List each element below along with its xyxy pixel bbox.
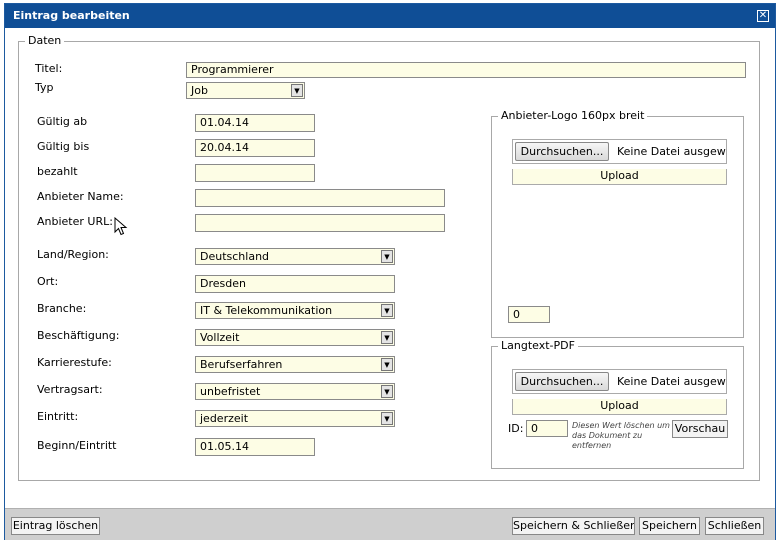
pdf-browse-button[interactable]: Durchsuchen... bbox=[515, 372, 609, 391]
typ-label: Typ bbox=[35, 81, 54, 94]
chevron-down-icon: ▼ bbox=[291, 84, 303, 97]
branche-label: Branche: bbox=[37, 302, 87, 315]
pdf-file-input[interactable]: Durchsuchen... Keine Datei ausgewählt. bbox=[512, 369, 727, 394]
chevron-down-icon: ▼ bbox=[381, 250, 393, 263]
dialog-title: Eintrag bearbeiten bbox=[13, 9, 130, 22]
beschaeftigung-label: Beschäftigung: bbox=[37, 329, 120, 342]
karrierestufe-label: Karrierestufe: bbox=[37, 356, 112, 369]
karrierestufe-select[interactable]: Berufserfahren ▼ bbox=[195, 356, 395, 373]
save-close-button[interactable]: Speichern & Schließen bbox=[512, 517, 635, 535]
mouse-pointer-icon bbox=[114, 217, 128, 236]
dialog-titlebar: Eintrag bearbeiten ✕ bbox=[5, 4, 775, 28]
vertragsart-value: unbefristet bbox=[200, 385, 261, 398]
anbieter-url-label: Anbieter URL: bbox=[37, 215, 113, 228]
eintritt-value: jederzeit bbox=[200, 412, 249, 425]
land-label: Land/Region: bbox=[37, 248, 109, 261]
logo-file-input[interactable]: Durchsuchen... Keine Datei ausgewählt. bbox=[512, 139, 727, 164]
pdf-preview-button[interactable]: Vorschau bbox=[672, 420, 728, 438]
logo-legend: Anbieter-Logo 160px breit bbox=[498, 110, 648, 122]
pdf-upload-button[interactable]: Upload bbox=[512, 399, 727, 415]
anbieter-name-label: Anbieter Name: bbox=[37, 190, 124, 203]
gueltig-ab-label: Gültig ab bbox=[37, 115, 88, 128]
pdf-fieldset: Langtext-PDF Durchsuchen... Keine Datei … bbox=[491, 340, 744, 469]
pdf-delete-note: Diesen Wert löschen um das Dokument zu e… bbox=[572, 421, 670, 450]
delete-entry-button[interactable]: Eintrag löschen bbox=[11, 517, 100, 535]
typ-select[interactable]: Job ▼ bbox=[186, 82, 305, 99]
pdf-no-file-text: Keine Datei ausgewählt. bbox=[617, 375, 726, 388]
beginn-input[interactable]: 01.05.14 bbox=[195, 438, 315, 456]
titel-input[interactable]: Programmierer bbox=[186, 62, 746, 78]
typ-value: Job bbox=[191, 84, 208, 97]
daten-legend: Daten bbox=[25, 35, 65, 47]
save-button[interactable]: Speichern bbox=[639, 517, 700, 535]
ort-input[interactable]: Dresden bbox=[195, 275, 395, 293]
vertragsart-select[interactable]: unbefristet ▼ bbox=[195, 383, 395, 400]
close-icon[interactable]: ✕ bbox=[757, 10, 769, 22]
beschaeftigung-select[interactable]: Vollzeit ▼ bbox=[195, 329, 395, 346]
karrierestufe-value: Berufserfahren bbox=[200, 358, 283, 371]
chevron-down-icon: ▼ bbox=[381, 331, 393, 344]
edit-entry-dialog: Eintrag bearbeiten ✕ Daten Titel: Progra… bbox=[4, 3, 776, 540]
logo-browse-button[interactable]: Durchsuchen... bbox=[515, 142, 609, 161]
branche-select[interactable]: IT & Telekommunikation ▼ bbox=[195, 302, 395, 319]
logo-upload-button[interactable]: Upload bbox=[512, 169, 727, 185]
titel-label: Titel: bbox=[35, 62, 63, 75]
anbieter-url-input[interactable] bbox=[195, 214, 445, 232]
pdf-id-label: ID: bbox=[508, 422, 524, 435]
pdf-id-input[interactable]: 0 bbox=[526, 420, 568, 437]
logo-no-file-text: Keine Datei ausgewählt. bbox=[617, 145, 726, 158]
chevron-down-icon: ▼ bbox=[381, 412, 393, 425]
bezahlt-input[interactable] bbox=[195, 164, 315, 182]
gueltig-bis-label: Gültig bis bbox=[37, 140, 90, 153]
beginn-label: Beginn/Eintritt bbox=[37, 439, 117, 452]
pdf-legend: Langtext-PDF bbox=[498, 340, 578, 352]
beschaeftigung-value: Vollzeit bbox=[200, 331, 240, 344]
dialog-footer: Eintrag löschen Speichern & Schließen Sp… bbox=[5, 508, 775, 540]
chevron-down-icon: ▼ bbox=[381, 358, 393, 371]
vertragsart-label: Vertragsart: bbox=[37, 383, 103, 396]
gueltig-bis-input[interactable]: 20.04.14 bbox=[195, 139, 315, 157]
branche-value: IT & Telekommunikation bbox=[200, 304, 333, 317]
close-button[interactable]: Schließen bbox=[705, 517, 764, 535]
land-value: Deutschland bbox=[200, 250, 270, 263]
chevron-down-icon: ▼ bbox=[381, 304, 393, 317]
eintritt-label: Eintritt: bbox=[37, 410, 79, 423]
anbieter-name-input[interactable] bbox=[195, 189, 445, 207]
bezahlt-label: bezahlt bbox=[37, 165, 78, 178]
chevron-down-icon: ▼ bbox=[381, 385, 393, 398]
eintritt-select[interactable]: jederzeit ▼ bbox=[195, 410, 395, 427]
logo-fieldset: Anbieter-Logo 160px breit Durchsuchen...… bbox=[491, 110, 744, 338]
daten-fieldset: Daten Titel: Programmierer Typ Job ▼ Gül… bbox=[18, 35, 760, 481]
logo-id-input[interactable]: 0 bbox=[508, 306, 550, 323]
land-select[interactable]: Deutschland ▼ bbox=[195, 248, 395, 265]
ort-label: Ort: bbox=[37, 275, 59, 288]
gueltig-ab-input[interactable]: 01.04.14 bbox=[195, 114, 315, 132]
